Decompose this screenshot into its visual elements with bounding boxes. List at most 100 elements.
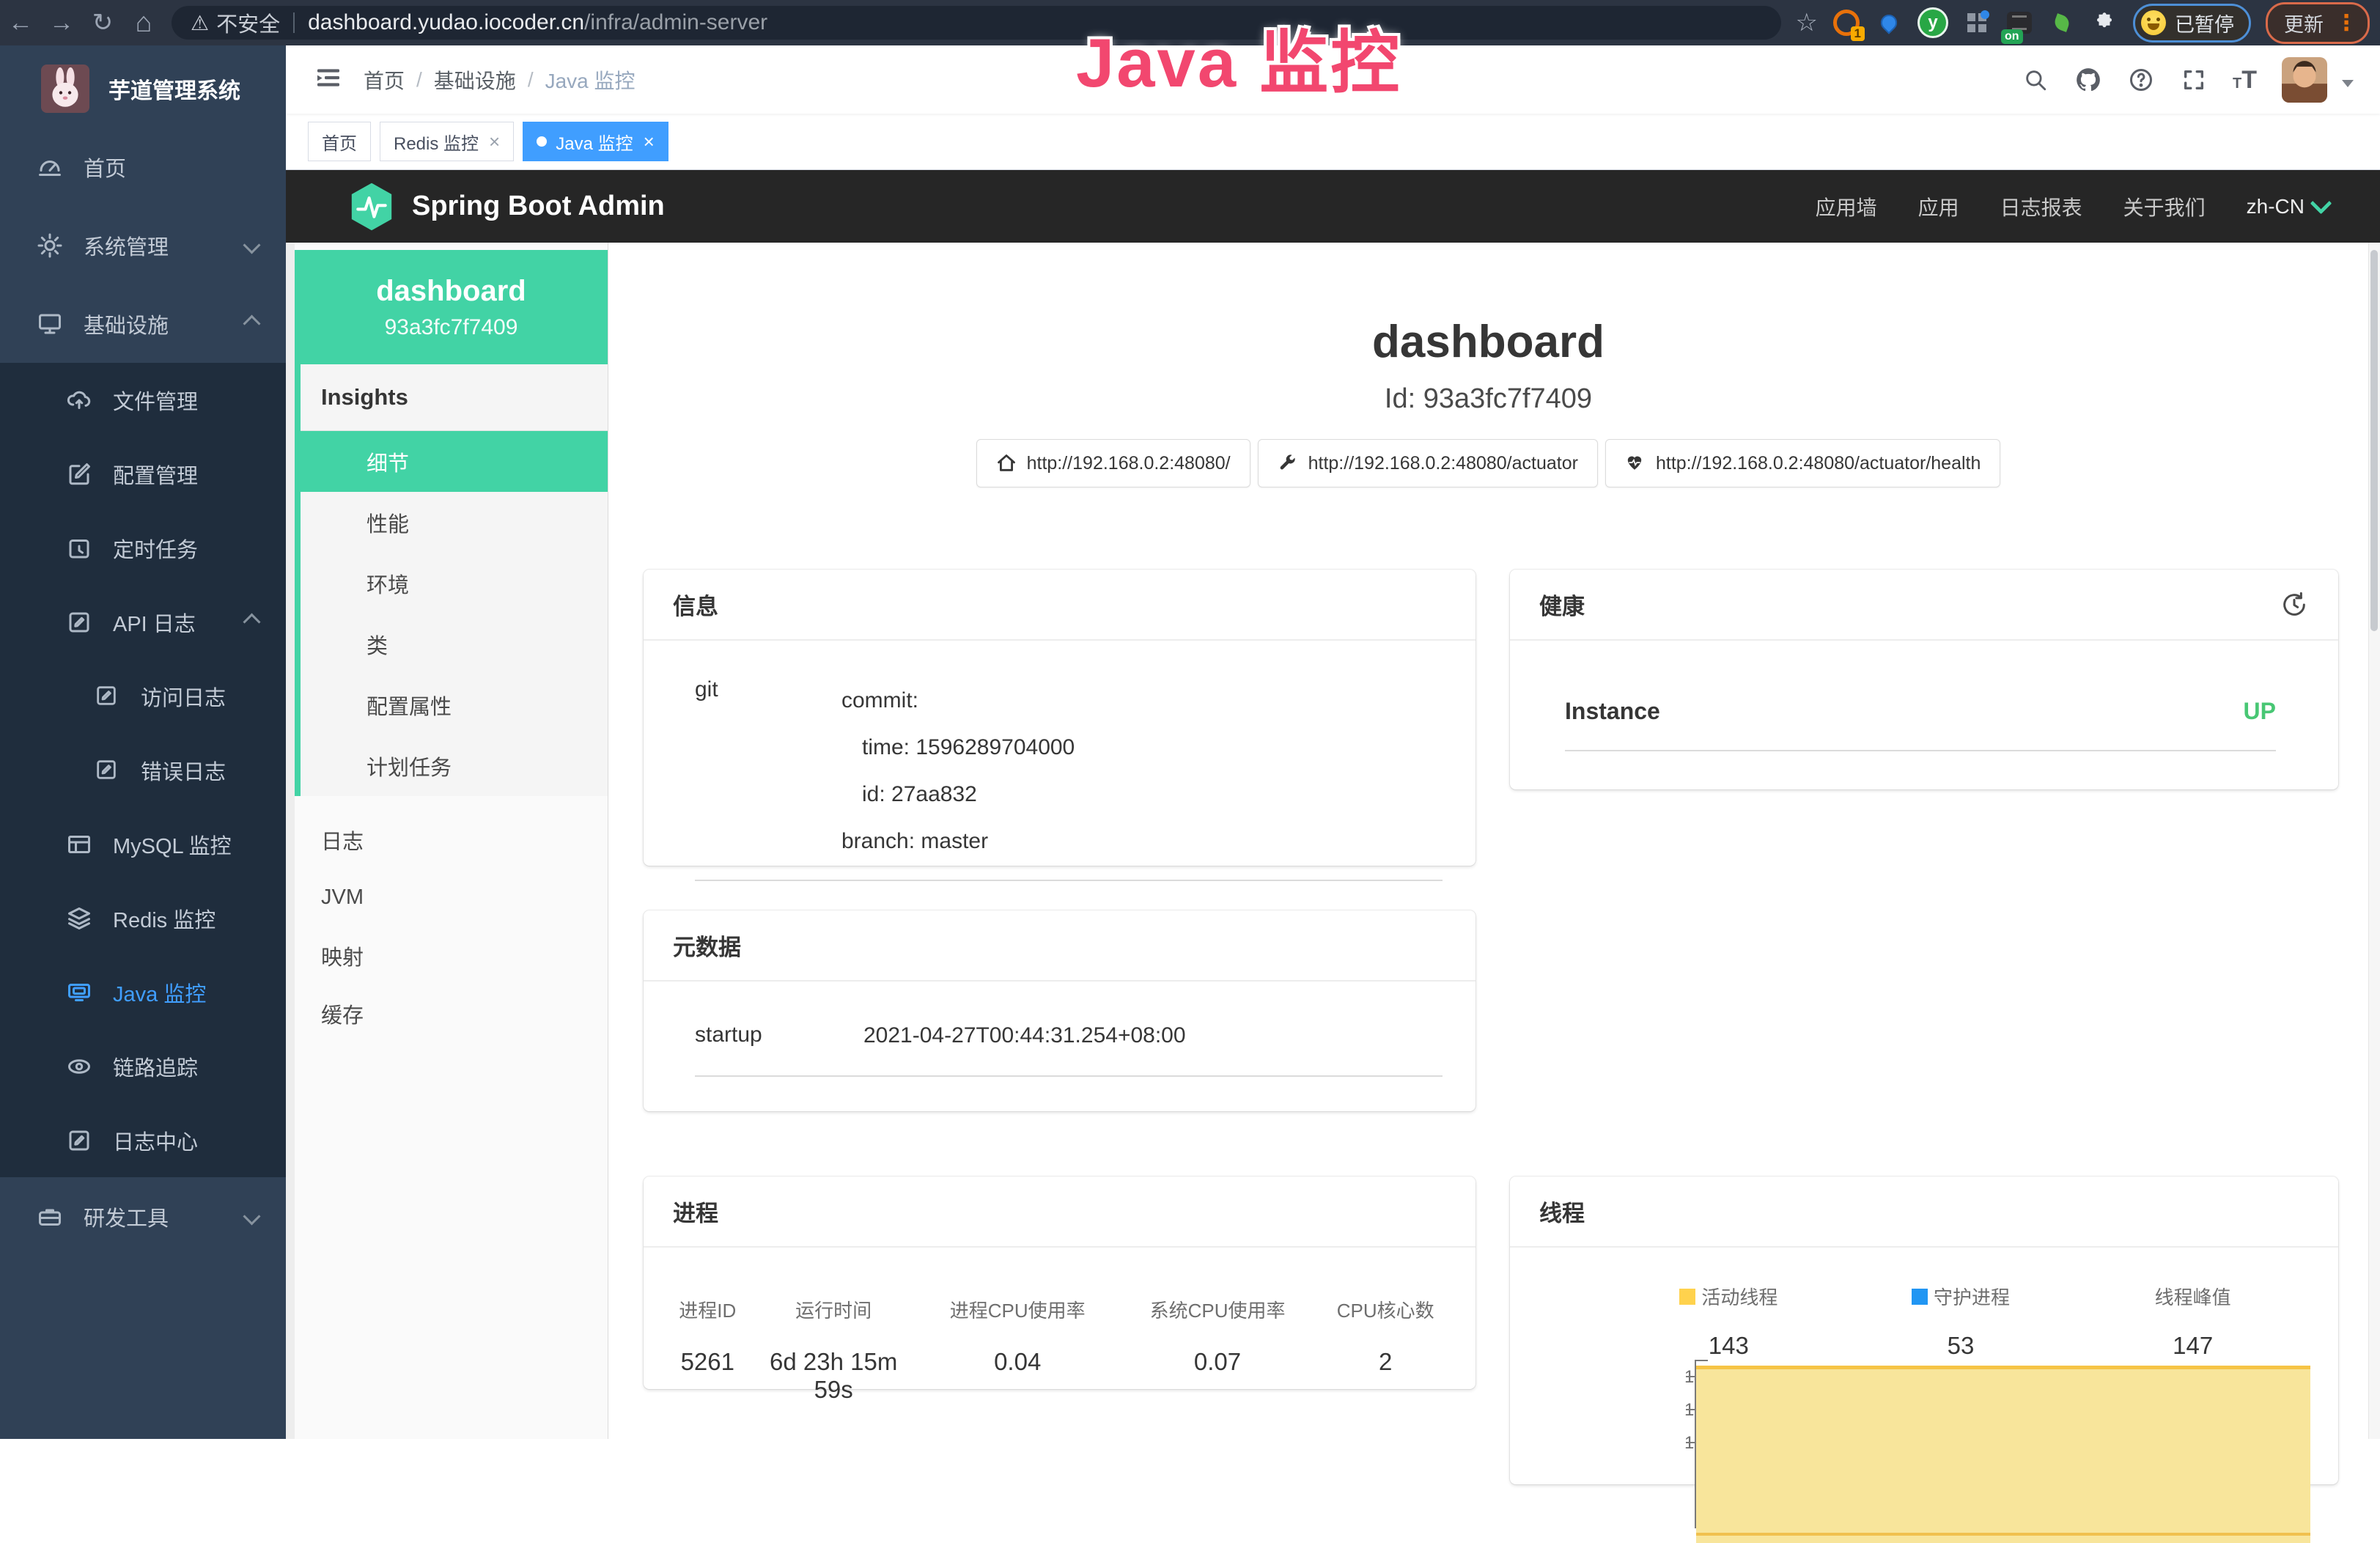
legend-peak-value: 147 xyxy=(2077,1332,2309,1360)
sidebar-item-system[interactable]: 系统管理 xyxy=(0,206,286,284)
sba-nav-about[interactable]: 关于我们 xyxy=(2123,192,2206,221)
fullscreen-icon[interactable] xyxy=(2180,66,2208,94)
close-icon[interactable] xyxy=(644,130,655,153)
extension-leaf-icon[interactable] xyxy=(2048,9,2076,37)
hamburger-icon[interactable] xyxy=(314,63,343,96)
tab-java-monitor[interactable]: Java 监控 xyxy=(523,122,668,161)
git-time-line: time: 1596289704000 xyxy=(841,724,1443,771)
health-url-button[interactable]: http://192.168.0.2:48080/actuator/health xyxy=(1605,439,2000,487)
font-size-icon[interactable]: TT xyxy=(2233,69,2257,91)
search-icon[interactable] xyxy=(2022,66,2049,94)
sba-sidebar-item-mappings[interactable]: 映射 xyxy=(295,927,608,984)
profile-paused-chip[interactable]: 已暂停 xyxy=(2133,4,2251,43)
instance-url-row: http://192.168.0.2:48080/ http://192.168… xyxy=(608,439,2368,487)
history-icon[interactable] xyxy=(2280,590,2309,619)
sidebar-item-log-center[interactable]: 日志中心 xyxy=(0,1103,286,1177)
sidebar-item-label: Redis 监控 xyxy=(113,903,215,934)
sidebar-item-tracing[interactable]: 链路追踪 xyxy=(0,1029,286,1103)
update-label: 更新 xyxy=(2284,9,2324,37)
browser-back-icon[interactable] xyxy=(0,7,41,39)
breadcrumb-home[interactable]: 首页 xyxy=(364,65,405,95)
process-col-proc-cpu: 进程CPU使用率 xyxy=(918,1296,1118,1323)
legend-peak-label: 线程峰值 xyxy=(2155,1283,2231,1310)
iframe-scrollbar-thumb[interactable] xyxy=(2370,250,2378,631)
browser-forward-icon[interactable] xyxy=(41,7,82,39)
extension-on-icon[interactable]: on xyxy=(2005,9,2033,37)
iframe-left-gutter xyxy=(286,243,295,1439)
breadcrumb-infra[interactable]: 基础设施 xyxy=(434,65,516,95)
sba-sidebar-item-caches[interactable]: 缓存 xyxy=(295,984,608,1042)
bookmark-star-icon[interactable] xyxy=(1796,8,1818,37)
breadcrumb-current: Java 监控 xyxy=(545,65,635,95)
chevron-down-icon xyxy=(243,236,260,254)
status-badge: UP xyxy=(2244,698,2276,725)
sidebar-item-dev-tools[interactable]: 研发工具 xyxy=(0,1177,286,1256)
browser-reload-icon[interactable] xyxy=(82,7,123,39)
sba-sidebar-item-environment[interactable]: 环境 xyxy=(301,553,608,614)
sba-nav-applications[interactable]: 应用 xyxy=(1918,192,1959,221)
monitor-icon xyxy=(66,979,92,1006)
service-url-button[interactable]: http://192.168.0.2:48080/ xyxy=(976,439,1250,487)
sidebar-item-java-monitor[interactable]: Java 监控 xyxy=(0,955,286,1029)
sidebar-item-infra[interactable]: 基础设施 xyxy=(0,284,286,363)
app-logo-row[interactable]: 芋道管理系统 xyxy=(0,45,286,132)
address-divider xyxy=(293,12,295,33)
sidebar-item-redis-monitor[interactable]: Redis 监控 xyxy=(0,881,286,955)
sba-sidebar-item-metrics[interactable]: 性能 xyxy=(301,492,608,553)
close-icon[interactable] xyxy=(489,130,500,153)
instance-header[interactable]: dashboard 93a3fc7f7409 xyxy=(295,250,608,364)
breadcrumb-separator: / xyxy=(528,68,534,92)
git-branch-line: branch: master xyxy=(841,818,1443,865)
extensions-puzzle-icon[interactable] xyxy=(2090,9,2118,37)
sba-sidebar-item-config-props[interactable]: 配置属性 xyxy=(301,674,608,735)
github-icon[interactable] xyxy=(2074,66,2102,94)
sidebar-item-mysql-monitor[interactable]: MySQL 监控 xyxy=(0,807,286,881)
monitor-icon xyxy=(37,311,63,337)
health-url: http://192.168.0.2:48080/actuator/health xyxy=(1656,453,1981,474)
extension-pin-icon[interactable] xyxy=(1875,9,1903,37)
avatar-caret-icon[interactable] xyxy=(2342,80,2354,87)
sba-sidebar-item-jvm[interactable]: JVM xyxy=(295,869,608,927)
process-card: 进程 进程ID 运行时间 进程CPU使用率 系统CPU使用率 CPU核心数 52… xyxy=(644,1176,1475,1389)
sba-brand[interactable]: Spring Boot Admin xyxy=(349,182,665,232)
help-icon[interactable] xyxy=(2127,66,2155,94)
breadcrumb-separator: / xyxy=(416,68,422,92)
user-avatar[interactable] xyxy=(2282,57,2327,103)
browser-home-icon[interactable] xyxy=(123,7,164,39)
sidebar-item-api-logs[interactable]: API 日志 xyxy=(0,585,286,659)
sidebar-item-access-logs[interactable]: 访问日志 xyxy=(0,659,286,733)
extension-grid-icon[interactable] xyxy=(1963,9,1991,37)
sidebar-item-home[interactable]: 首页 xyxy=(0,128,286,206)
locale-selector[interactable]: zh-CN xyxy=(2247,195,2329,218)
sidebar-item-error-logs[interactable]: 错误日志 xyxy=(0,733,286,807)
extension-y-icon[interactable]: y xyxy=(1917,7,1948,38)
heartbeat-icon xyxy=(1625,453,1646,474)
sidebar-item-scheduled-jobs[interactable]: 定时任务 xyxy=(0,511,286,585)
process-val-proc-cpu: 0.04 xyxy=(918,1348,1118,1404)
sba-sidebar-item-details[interactable]: 细节 xyxy=(301,431,608,492)
tab-home[interactable]: 首页 xyxy=(308,122,371,161)
sidebar-item-file-mgmt[interactable]: 文件管理 xyxy=(0,363,286,437)
row-divider xyxy=(695,880,1443,881)
sba-sidebar-item-classes[interactable]: 类 xyxy=(301,614,608,674)
sba-nav-journal[interactable]: 日志报表 xyxy=(2000,192,2082,221)
sidebar-item-label: 文件管理 xyxy=(113,385,198,416)
browser-update-button[interactable]: 更新 xyxy=(2266,2,2370,44)
url-path: /infra/admin-server xyxy=(584,10,767,35)
sba-nav-wall[interactable]: 应用墙 xyxy=(1816,192,1877,221)
process-val-cores: 2 xyxy=(1317,1348,1454,1404)
extension-refresh-icon[interactable]: 1 xyxy=(1832,9,1860,37)
address-bar[interactable]: 不安全 dashboard.yudao.iocoder.cn /infra/ad… xyxy=(172,6,1781,40)
dashboard-icon xyxy=(37,154,63,180)
sidebar-item-config-mgmt[interactable]: 配置管理 xyxy=(0,437,286,511)
app-logo-image xyxy=(41,65,89,113)
tab-redis-monitor[interactable]: Redis 监控 xyxy=(380,122,514,161)
sba-sidebar-item-scheduled-tasks[interactable]: 计划任务 xyxy=(301,735,608,796)
browser-menu-kebab-icon[interactable] xyxy=(2335,10,2357,36)
metadata-row-value: 2021-04-27T00:44:31.254+08:00 xyxy=(863,1023,1443,1049)
edit-icon xyxy=(66,609,92,636)
sba-sidebar-item-logs[interactable]: 日志 xyxy=(295,811,608,869)
actuator-url-button[interactable]: http://192.168.0.2:48080/actuator xyxy=(1258,439,1598,487)
layers-icon xyxy=(66,905,92,932)
info-card: 信息 git commit: time: 1596289704000 id: 2… xyxy=(644,570,1475,866)
